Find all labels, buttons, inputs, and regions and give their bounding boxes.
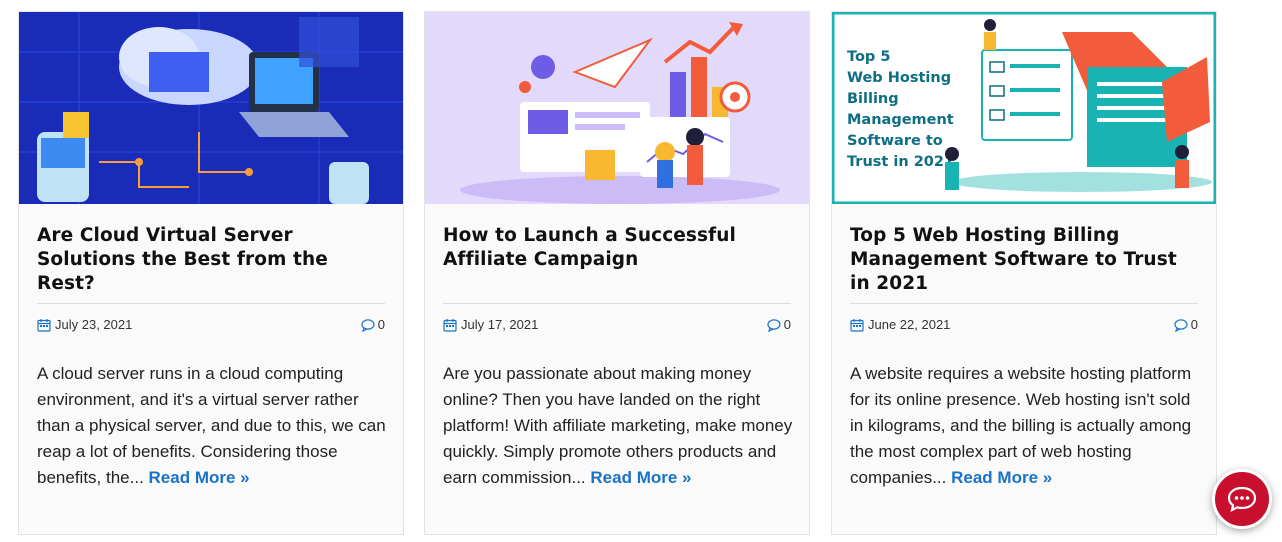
calendar-icon [850, 318, 864, 332]
chat-icon [1227, 486, 1257, 512]
post-excerpt: Are you passionate about making money on… [443, 361, 793, 491]
comment-bubble-icon [767, 318, 781, 332]
comment-count[interactable]: 0 [361, 317, 385, 332]
thumbnail-line-6: Trust in 2021 [847, 154, 954, 170]
thumbnail-line-1: Top 5 [847, 49, 890, 65]
read-more-link[interactable]: Read More » [590, 468, 691, 487]
post-date-text: July 17, 2021 [461, 317, 539, 332]
post-title[interactable]: Are Cloud Virtual Server Solutions the B… [37, 224, 387, 296]
post-thumbnail-affiliate-marketing[interactable] [425, 12, 809, 204]
post-meta: July 17, 2021 0 [443, 317, 791, 335]
comment-count-text: 0 [783, 317, 791, 332]
comment-count[interactable]: 0 [1174, 317, 1198, 332]
post-date: July 17, 2021 [443, 317, 538, 332]
comment-count[interactable]: 0 [767, 317, 791, 332]
thumbnail-line-2: Web Hosting [847, 70, 951, 86]
thumbnail-line-3: Billing [847, 91, 899, 107]
post-thumbnail-cloud-servers[interactable] [19, 12, 403, 204]
read-more-link[interactable]: Read More » [149, 468, 250, 487]
divider [37, 303, 385, 304]
chat-button[interactable] [1212, 469, 1272, 529]
post-excerpt: A website requires a website hosting pla… [850, 361, 1200, 491]
post-date-text: July 23, 2021 [55, 317, 133, 332]
thumbnail-line-5: Software to [847, 133, 943, 149]
comment-count-text: 0 [377, 317, 385, 332]
post-meta: June 22, 2021 0 [850, 317, 1198, 335]
divider [443, 303, 791, 304]
read-more-link[interactable]: Read More » [951, 468, 1052, 487]
comment-count-text: 0 [1190, 317, 1198, 332]
post-title[interactable]: How to Launch a Successful Affiliate Cam… [443, 224, 793, 272]
post-card: Are Cloud Virtual Server Solutions the B… [18, 11, 404, 535]
post-thumbnail-billing-software[interactable]: Top 5 Web Hosting Billing Management Sof… [832, 12, 1216, 204]
thumbnail-line-4: Management [847, 112, 954, 128]
comment-bubble-icon [361, 318, 375, 332]
post-date: June 22, 2021 [850, 317, 950, 332]
post-date-text: June 22, 2021 [868, 317, 951, 332]
post-card: Top 5 Web Hosting Billing Management Sof… [831, 11, 1217, 535]
comment-bubble-icon [1174, 318, 1188, 332]
post-date: July 23, 2021 [37, 317, 132, 332]
post-meta: July 23, 2021 0 [37, 317, 385, 335]
post-card: How to Launch a Successful Affiliate Cam… [424, 11, 810, 535]
calendar-icon [443, 318, 457, 332]
divider [850, 303, 1198, 304]
post-excerpt: A cloud server runs in a cloud computing… [37, 361, 387, 491]
post-title[interactable]: Top 5 Web Hosting Billing Management Sof… [850, 224, 1200, 296]
calendar-icon [37, 318, 51, 332]
